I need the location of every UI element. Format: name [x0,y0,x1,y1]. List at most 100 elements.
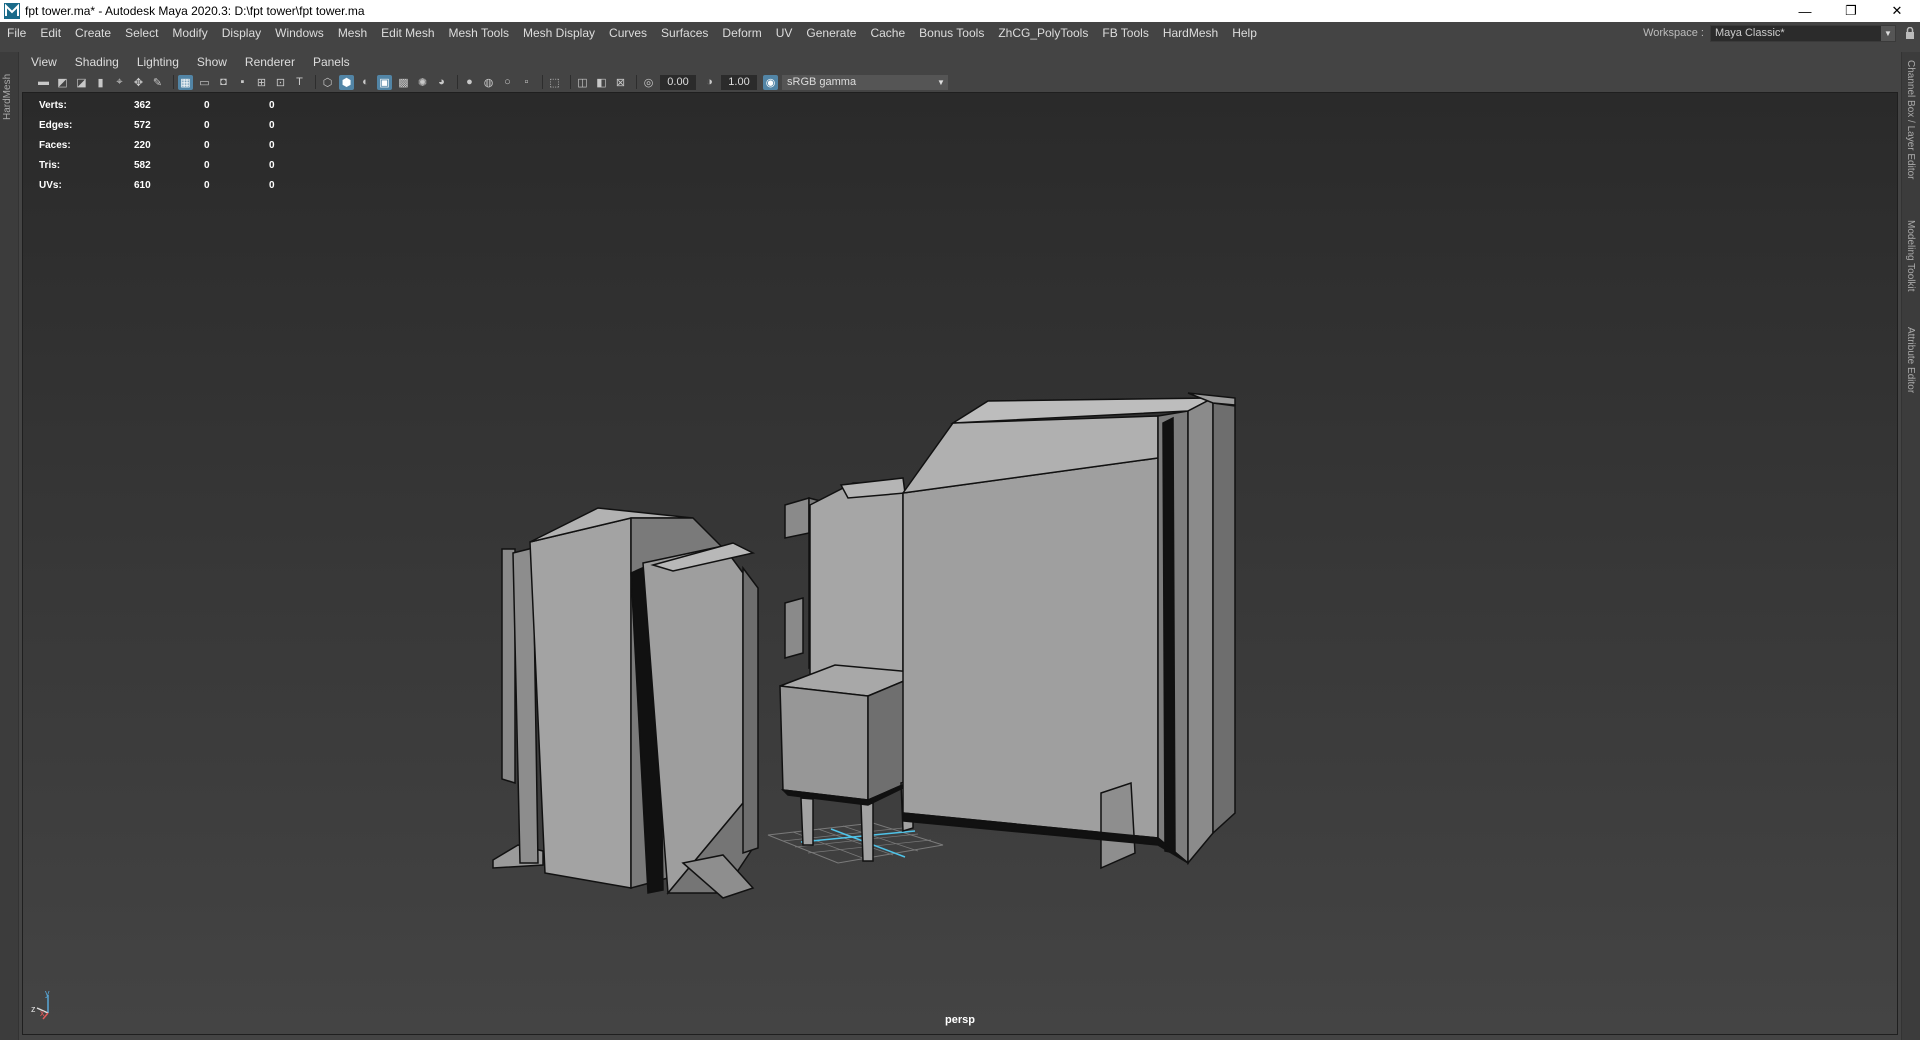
chevron-down-icon: ▼ [937,77,945,87]
workspace-dropdown[interactable]: Maya Classic* ▼ [1710,24,1896,42]
close-button[interactable]: ✕ [1874,0,1920,22]
menu-help[interactable]: Help [1225,26,1264,40]
menu-create[interactable]: Create [68,26,118,40]
ground-grid [767,822,944,864]
menu-windows[interactable]: Windows [268,26,331,40]
depth-of-field-icon[interactable]: ▫ [519,75,534,90]
color-space-dropdown[interactable]: sRGB gamma ▼ [782,74,948,90]
menu-mesh[interactable]: Mesh [331,26,374,40]
grease-pencil-icon[interactable]: ✎ [150,75,165,90]
safe-title-icon[interactable]: T [292,75,307,90]
axis-y-label: y [45,988,50,998]
restore-button[interactable]: ❐ [1828,0,1874,22]
menu-fb-tools[interactable]: FB Tools [1095,26,1155,40]
panel-menu-view[interactable]: View [22,55,66,69]
gamma-field[interactable]: 1.00 [721,74,757,90]
xray-joints-icon[interactable]: ⊠ [613,75,628,90]
scene-render[interactable] [23,93,1898,1035]
panel-menu-renderer[interactable]: Renderer [236,55,304,69]
select-camera-icon[interactable]: ▬ [36,75,51,90]
exposure-icon[interactable]: ◎ [641,75,656,90]
attribute-editor-tab[interactable]: Attribute Editor [1905,327,1916,393]
toolbar-divider [636,75,637,89]
menu-cache[interactable]: Cache [863,26,912,40]
hardmesh-tab[interactable]: HardMesh [2,60,16,120]
menu-modify[interactable]: Modify [165,26,214,40]
field-chart-icon[interactable]: ⊞ [254,75,269,90]
image-plane-icon[interactable]: ⌖ [112,75,127,90]
hud-value: 220 [134,139,151,151]
menu-generate[interactable]: Generate [799,26,863,40]
menu-edit-mesh[interactable]: Edit Mesh [374,26,441,40]
smooth-shade-icon[interactable]: ⬢ [339,74,354,90]
gate-mask-icon[interactable]: ▪ [235,75,250,90]
modeling-toolkit-tab[interactable]: Modeling Toolkit [1905,220,1916,292]
shadows-icon[interactable]: ◕ [434,75,449,90]
panel-menu-show[interactable]: Show [188,55,236,69]
toolbar-divider [173,75,174,89]
perspective-viewport[interactable]: Verts: 362 0 0 Edges: 572 0 0 Faces: 220… [22,92,1898,1035]
grid-icon[interactable]: ▦ [178,74,193,90]
panel-menu-shading[interactable]: Shading [66,55,128,69]
hud-value: 0 [269,139,275,151]
left-tower-mesh[interactable] [492,507,759,899]
wireframe-icon[interactable]: ⬡ [320,75,335,90]
hud-value: 0 [269,119,275,131]
camera-attributes-icon[interactable]: ◪ [74,75,89,90]
film-gate-icon[interactable]: ▭ [197,75,212,90]
workspace-selector: Workspace : Maya Classic* ▼ [1643,22,1920,44]
main-menu-bar: File Edit Create Select Modify Display W… [0,22,1920,44]
menu-hardmesh[interactable]: HardMesh [1156,26,1225,40]
color-management-icon[interactable]: ◉ [763,74,778,90]
menu-display[interactable]: Display [215,26,268,40]
bookmark-icon[interactable]: ▮ [93,75,108,90]
exposure-field[interactable]: 0.00 [660,74,696,90]
wireframe-on-shaded-icon[interactable]: ▣ [377,74,392,90]
channel-box-tab[interactable]: Channel Box / Layer Editor [1905,60,1916,180]
hud-value: 0 [204,99,210,111]
use-all-lights-icon[interactable]: ✺ [415,75,430,90]
menu-zhcg-polytools[interactable]: ZhCG_PolyTools [991,26,1095,40]
panel-menu-panels[interactable]: Panels [304,55,359,69]
workspace-value: Maya Classic* [1715,27,1785,39]
workspace-label: Workspace : [1643,27,1704,39]
motion-blur-icon[interactable]: ◍ [481,75,496,90]
lock-icon[interactable] [1900,26,1920,40]
minimize-button[interactable]: — [1782,0,1828,22]
menu-surfaces[interactable]: Surfaces [654,26,715,40]
gamma-icon[interactable]: ◑ [702,75,717,90]
right-tower-mesh[interactable] [901,392,1236,870]
hud-value: 572 [134,119,151,131]
menu-mesh-display[interactable]: Mesh Display [516,26,602,40]
screen-space-ao-icon[interactable]: ● [462,75,477,90]
menu-curves[interactable]: Curves [602,26,654,40]
menu-deform[interactable]: Deform [715,26,768,40]
textured-icon[interactable]: ▩ [396,75,411,90]
window-controls: — ❐ ✕ [1782,0,1920,22]
safe-action-icon[interactable]: ⊡ [273,75,288,90]
hud-label: UVs: [39,179,62,191]
menu-bonus-tools[interactable]: Bonus Tools [912,26,991,40]
menu-select[interactable]: Select [118,26,165,40]
resolution-gate-icon[interactable]: ◘ [216,75,231,90]
toolbar-divider [542,75,543,89]
hud-value: 0 [204,179,210,191]
menu-uv[interactable]: UV [769,26,800,40]
multisample-aa-icon[interactable]: ○ [500,75,515,90]
xray-icon[interactable]: ◫ [575,75,590,90]
poly-count-hud: Verts: 362 0 0 Edges: 572 0 0 Faces: 220… [39,95,309,195]
isolate-select-icon[interactable]: ⬚ [547,75,562,90]
color-space-value: sRGB gamma [787,76,857,88]
panel-menu-lighting[interactable]: Lighting [128,55,188,69]
hud-row-tris: Tris: 582 0 0 [39,155,309,175]
maya-logo-icon [4,3,20,19]
default-material-icon[interactable]: ◐ [358,75,373,90]
xray-active-icon[interactable]: ◧ [594,75,609,90]
hud-value: 0 [204,119,210,131]
lock-camera-icon[interactable]: ◩ [55,75,70,90]
menu-mesh-tools[interactable]: Mesh Tools [442,26,516,40]
menu-file[interactable]: File [0,26,33,40]
two-d-pan-zoom-icon[interactable]: ✥ [131,75,146,90]
menu-edit[interactable]: Edit [33,26,68,40]
panel-menu-bar: View Shading Lighting Show Renderer Pane… [22,53,1898,71]
